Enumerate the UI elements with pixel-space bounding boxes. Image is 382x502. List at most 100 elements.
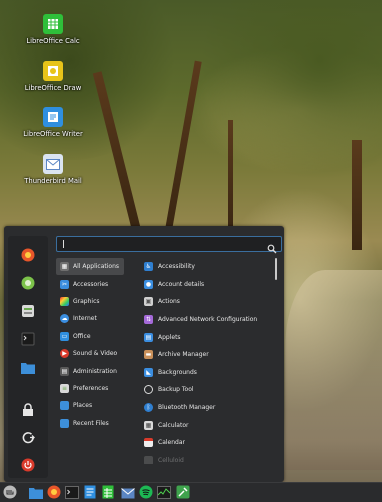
desktop-icon-label: LibreOffice Writer [23,130,83,138]
favorite-firefox[interactable] [18,246,38,266]
category-sound-video[interactable]: ▶ Sound & Video [56,345,124,362]
desktop-icon-label: Thunderbird Mail [24,177,82,185]
app-backgrounds[interactable]: ◣ Backgrounds [140,364,276,382]
backup-icon [144,385,153,395]
system-monitor-icon [157,484,171,502]
taskbar [0,482,382,502]
writer-icon [43,107,63,127]
app-icon [176,484,190,502]
accessories-icon: ✂ [60,279,69,289]
app-calendar[interactable]: Calendar [140,434,276,452]
desktop-icon-label: LibreOffice Calc [26,37,80,45]
graphics-icon [60,296,69,306]
account-icon: ● [144,279,153,289]
terminal-icon [21,331,35,350]
favorite-software-manager[interactable] [18,274,38,294]
lock-icon [22,401,34,420]
preferences-icon: ≡ [60,383,69,393]
mint-menu-icon [3,484,17,502]
logout-button[interactable] [18,428,38,448]
application-menu: ▦ All Applications ✂ Accessories Graphics … [4,226,284,482]
app-bluetooth-manager[interactable]: ᛒ Bluetooth Manager [140,399,276,417]
favorite-files[interactable] [18,358,38,378]
celluloid-icon [144,455,153,464]
applets-icon: ▤ [144,332,153,342]
firefox-icon [21,247,35,266]
files-icon [29,484,43,502]
writer-icon [84,484,96,502]
category-preferences[interactable]: ≡ Preferences [56,380,124,397]
category-all-applications[interactable]: ▦ All Applications [56,258,124,276]
power-icon [21,457,35,476]
media-icon: ▶ [60,349,69,359]
search-input[interactable] [56,236,282,254]
taskbar-system-monitor[interactable] [156,485,172,501]
admin-icon: ▤ [60,366,69,376]
category-recent-files[interactable]: Recent Files [56,415,124,432]
power-button[interactable] [18,456,38,476]
office-icon: ▭ [60,331,69,341]
app-celluloid[interactable]: Celluloid [140,452,276,464]
app-list-scrollbar[interactable] [275,258,277,280]
favorite-settings[interactable] [18,302,38,322]
tree-trunk [228,120,233,230]
desktop-icon-draw[interactable]: LibreOffice Draw [17,61,89,92]
firefox-icon [47,484,61,502]
taskbar-app[interactable] [175,485,191,501]
desktop-icon-writer[interactable]: LibreOffice Writer [17,107,89,138]
taskbar-firefox[interactable] [46,485,62,501]
calc-icon [102,484,114,502]
network-icon: ⇅ [144,315,153,325]
settings-icon [21,303,35,322]
app-archive-manager[interactable]: ▬ Archive Manager [140,346,276,364]
app-actions[interactable]: ▣ Actions [140,293,276,311]
favorites-bar [8,236,48,478]
mail-icon [121,484,135,502]
recent-files-icon [60,418,69,428]
app-accessibility[interactable]: ♿ Accessibility [140,258,276,276]
calculator-icon: ▦ [144,420,153,430]
desktop-icon-thunderbird[interactable]: Thunderbird Mail [17,154,89,185]
app-calculator[interactable]: ▦ Calculator [140,416,276,434]
category-internet[interactable]: ☁ Internet [56,310,124,327]
grid-icon: ▦ [60,262,69,272]
taskbar-terminal[interactable] [64,485,80,501]
category-office[interactable]: ▭ Office [56,328,124,345]
software-manager-icon [21,275,35,294]
taskbar-spotify[interactable] [138,485,154,501]
taskbar-files[interactable] [28,485,44,501]
menu-button[interactable] [2,485,18,501]
spotify-icon [139,484,153,502]
accessibility-icon: ♿ [144,262,153,272]
search-icon [267,239,277,254]
category-administration[interactable]: ▤ Administration [56,362,124,379]
app-applets[interactable]: ▤ Applets [140,328,276,346]
tree-trunk [352,140,362,250]
desktop-icon-calc[interactable]: LibreOffice Calc [17,14,89,45]
taskbar-mail[interactable] [120,485,136,501]
taskbar-calc[interactable] [100,485,116,501]
logout-icon [22,429,35,448]
desktop-icon-label: LibreOffice Draw [24,84,82,92]
draw-icon [43,61,63,81]
app-advanced-network-configuration[interactable]: ⇅ Advanced Network Configuration [140,311,276,329]
taskbar-writer[interactable] [82,485,98,501]
lock-screen-button[interactable] [18,400,38,420]
category-list: ▦ All Applications ✂ Accessories Graphics … [56,258,124,468]
favorite-terminal[interactable] [18,330,38,350]
archive-icon: ▬ [144,350,153,360]
text-cursor [63,240,64,248]
category-accessories[interactable]: ✂ Accessories [56,275,124,292]
application-list: ♿ Accessibility ● Account details ▣ Actions… [140,258,276,464]
backgrounds-icon: ◣ [144,367,153,377]
app-account-details[interactable]: ● Account details [140,276,276,294]
terminal-icon [65,484,79,502]
category-graphics[interactable]: Graphics [56,293,124,310]
mail-icon [43,154,63,174]
actions-icon: ▣ [144,297,153,307]
spreadsheet-icon [43,14,63,34]
calendar-icon [144,438,153,448]
category-places[interactable]: Places [56,397,124,414]
app-backup-tool[interactable]: Backup Tool [140,381,276,399]
internet-icon: ☁ [60,314,69,324]
